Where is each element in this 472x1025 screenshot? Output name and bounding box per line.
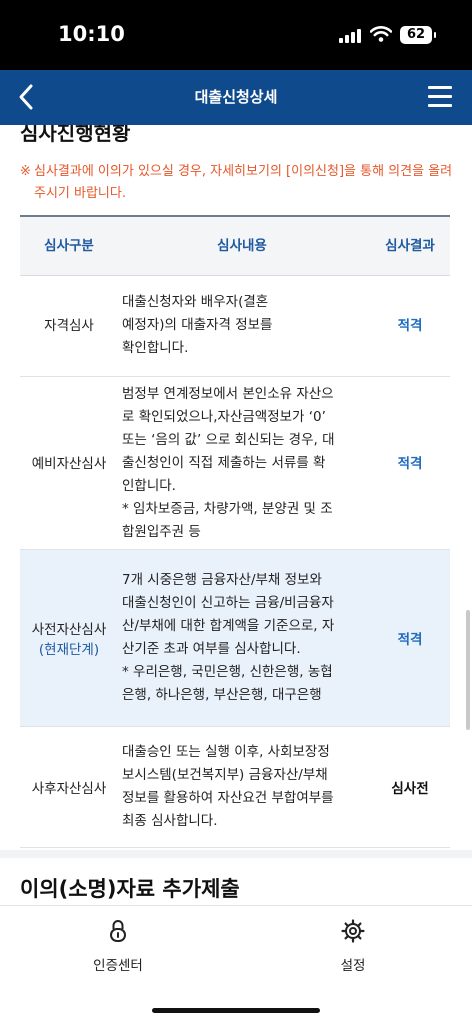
notice-body: 심사결과에 이의가 있으실 경우, 자세히보기의 [이의신청]을 통해 의견을 … xyxy=(34,164,453,201)
row-result: 적격 xyxy=(397,632,423,648)
scrollbar[interactable] xyxy=(466,610,470,730)
table-row: 사후자산심사 대출승인 또는 실행 이후, 사회보장정 보시스템(보건복지부) 금… xyxy=(20,727,450,848)
section-title: 심사진행현황 xyxy=(20,125,131,145)
wifi-icon xyxy=(370,26,392,42)
signal-icon xyxy=(339,29,361,43)
row-category: 예비자산심사 xyxy=(31,456,107,472)
objection-section-title: 이의(소명)자료 추가제출 xyxy=(20,877,240,901)
header-category: 심사구분 xyxy=(44,238,94,254)
section-divider xyxy=(0,850,472,858)
gear-icon xyxy=(341,919,365,943)
menu-icon[interactable] xyxy=(428,86,454,108)
main-content: 심사진행현황 ※ 심사결과에 이의가 있으실 경우, 자세히보기의 [이의신청]… xyxy=(0,125,472,905)
row-description: 7개 시중은행 금융자산/부채 정보와 대출신청인이 신고하는 금융/비금융자 산/… xyxy=(122,572,335,703)
header-content: 심사내용 xyxy=(217,238,267,254)
page-title: 대출신청상세 xyxy=(194,88,278,106)
battery-icon: 62 xyxy=(400,26,436,44)
table-row-current: 사전자산심사 (현재단계) 7개 시중은행 금융자산/부채 정보와 대출신청인이 … xyxy=(20,550,450,727)
tab-label: 인증센터 xyxy=(93,958,143,974)
tab-label: 설정 xyxy=(340,958,366,974)
row-category: 사후자산심사 xyxy=(31,781,107,797)
lock-icon xyxy=(110,920,126,942)
table-header: 심사구분 심사내용 심사결과 xyxy=(20,217,450,276)
row-description: 대출승인 또는 실행 이후, 사회보장정 보시스템(보건복지부) 금융자산/부채 정… xyxy=(122,744,334,829)
home-indicator xyxy=(152,1008,320,1013)
row-result: 심사전 xyxy=(391,781,429,797)
row-result: 적격 xyxy=(397,318,423,334)
review-status-table: 심사구분 심사내용 심사결과 자격심사 대출신청자와 배우자(결혼 예정자)의 대… xyxy=(20,215,450,848)
notice-text: ※ 심사결과에 이의가 있으실 경우, 자세히보기의 [이의신청]을 통해 의견… xyxy=(20,161,456,205)
table-row: 자격심사 대출신청자와 배우자(결혼 예정자)의 대출자격 정보를 확인합니다. 적… xyxy=(20,276,450,377)
row-category: 사전자산심사 (현재단계) xyxy=(20,618,118,658)
tab-auth-center[interactable]: 인증센터 xyxy=(58,918,178,974)
status-bar: 10:10 62 xyxy=(0,0,472,70)
row-result: 적격 xyxy=(397,456,423,472)
status-time: 10:10 xyxy=(58,22,125,46)
bottom-tab-bar: 인증센터 설정 xyxy=(0,905,472,1025)
current-stage-label: (현재단계) xyxy=(38,642,100,658)
table-row: 예비자산심사 범정부 연계정보에서 본인소유 자산으 로 확인되었으나,자산금액정… xyxy=(20,377,450,550)
row-category: 자격심사 xyxy=(44,318,94,334)
notice-mark: ※ xyxy=(20,164,31,179)
header-result: 심사결과 xyxy=(385,238,435,254)
row-description: 범정부 연계정보에서 본인소유 자산으 로 확인되었으나,자산금액정보가 ‘0’ 또… xyxy=(122,386,335,540)
app-header: 대출신청상세 xyxy=(0,70,472,125)
row-description: 대출신청자와 배우자(결혼 예정자)의 대출자격 정보를 확인합니다. xyxy=(122,294,273,356)
tab-settings[interactable]: 설정 xyxy=(293,918,413,974)
